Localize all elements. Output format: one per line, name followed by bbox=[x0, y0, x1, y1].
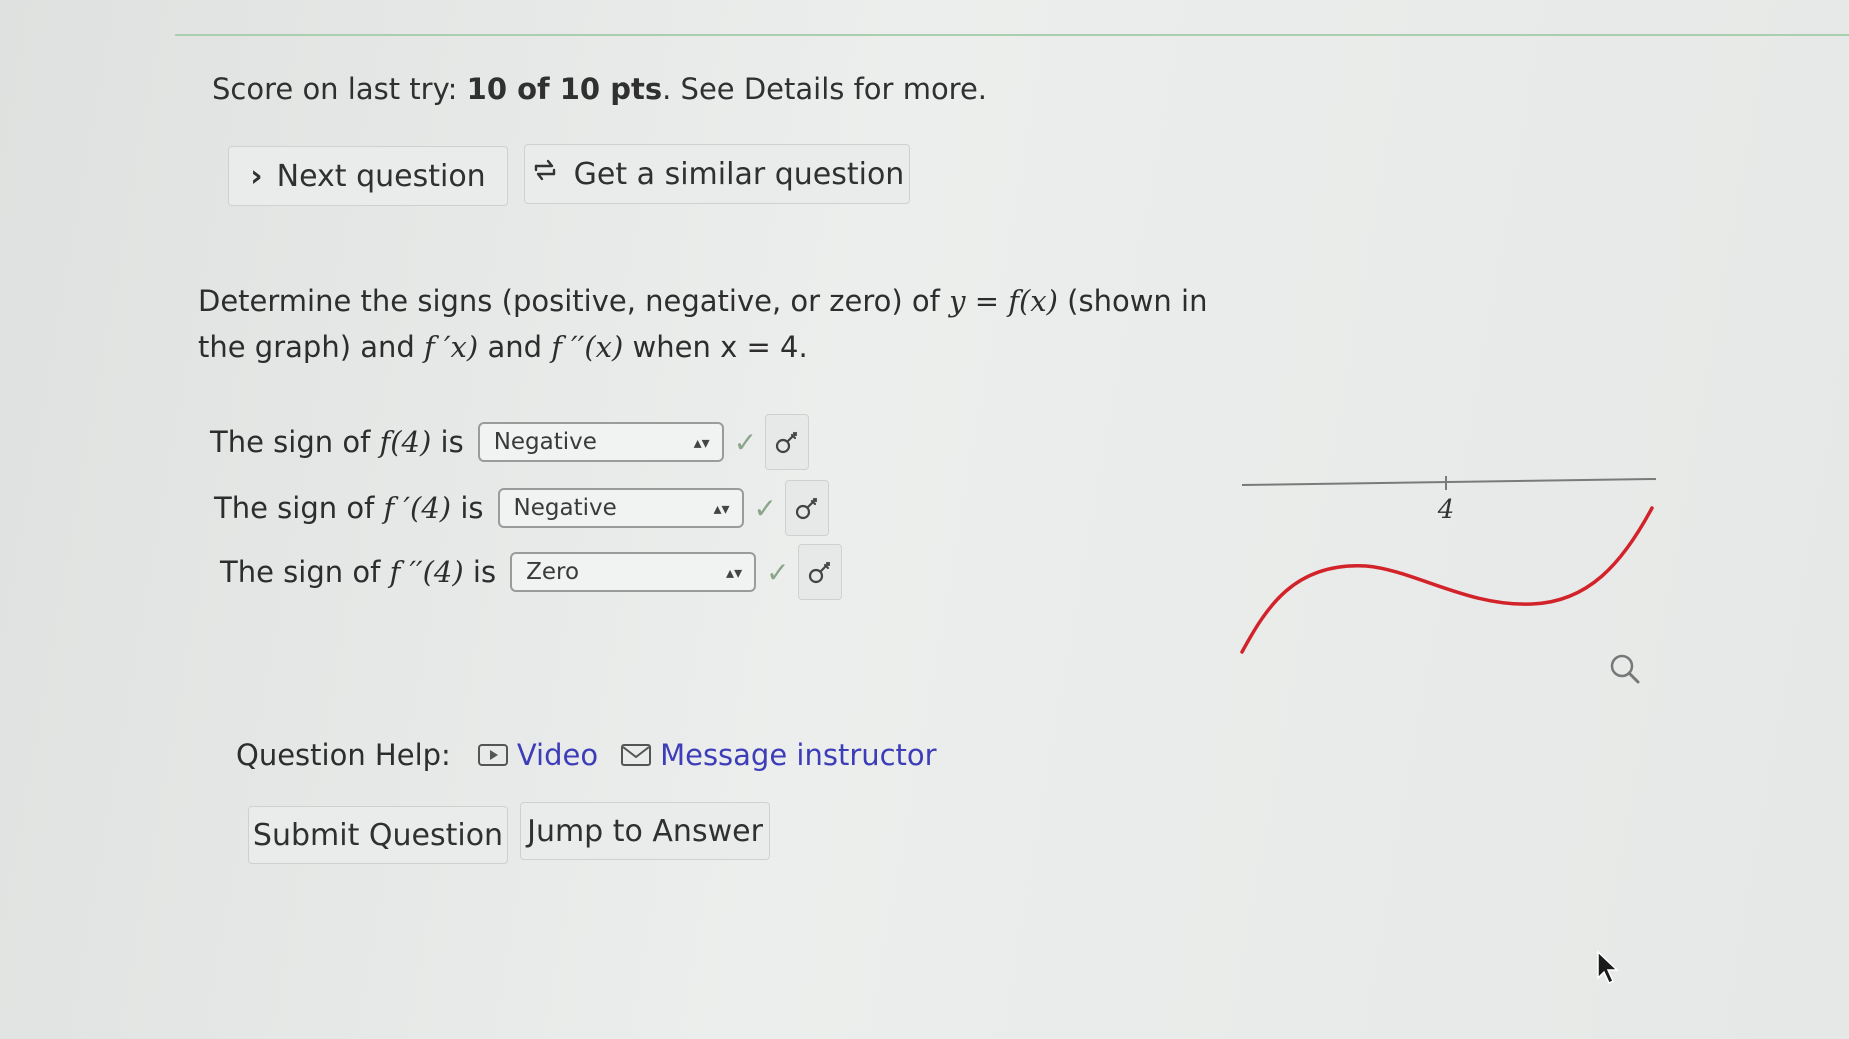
select-arrows-icon: ▴▾ bbox=[693, 432, 710, 452]
answer-row-f-prime: The sign of f ′(4) is Negative ▴▾ ✓ bbox=[214, 480, 829, 536]
sign-select-f-prime[interactable]: Negative ▴▾ bbox=[497, 488, 744, 528]
x-axis bbox=[1241, 478, 1657, 486]
score-points: 10 of 10 pts bbox=[466, 72, 663, 106]
question-help: Question Help: Video Message instructor bbox=[236, 738, 959, 772]
next-question-button[interactable]: › Next question bbox=[228, 146, 508, 206]
question-prompt: Determine the signs (positive, negative,… bbox=[198, 284, 1208, 364]
answer-row-f-double-prime: The sign of f ′′(4) is Zero ▴▾ ✓ bbox=[220, 544, 842, 600]
answer-label: The sign of f(4) is bbox=[210, 425, 464, 459]
score-summary: Score on last try: 10 of 10 pts. See Det… bbox=[212, 72, 988, 106]
answer-label: The sign of f ′′(4) is bbox=[220, 555, 497, 589]
prompt-math-second-derivative: f ′′(x) bbox=[551, 330, 624, 364]
select-value: Zero bbox=[526, 559, 580, 585]
checkmark-icon: ✓ bbox=[766, 555, 790, 589]
jump-to-answer-label: Jump to Answer bbox=[527, 813, 763, 849]
prompt-math-first-derivative: f ′x) bbox=[424, 330, 479, 364]
checkmark-icon: ✓ bbox=[753, 491, 777, 525]
question-help-label: Question Help: bbox=[236, 738, 451, 772]
x-axis-tick-label: 4 bbox=[1437, 495, 1455, 525]
key-icon[interactable] bbox=[784, 480, 829, 536]
similar-question-button[interactable]: Get a similar question bbox=[524, 144, 910, 204]
next-question-label: Next question bbox=[276, 158, 486, 194]
mail-icon bbox=[621, 744, 652, 766]
answer-label: The sign of f ′(4) is bbox=[214, 491, 484, 525]
function-graph: 4 bbox=[1240, 476, 1657, 654]
select-value: Negative bbox=[513, 495, 617, 521]
submit-question-label: Submit Question bbox=[252, 817, 504, 853]
key-icon[interactable] bbox=[765, 414, 810, 470]
submit-question-button[interactable]: Submit Question bbox=[248, 806, 508, 864]
checkmark-icon: ✓ bbox=[733, 425, 758, 459]
sign-select-f[interactable]: Negative ▴▾ bbox=[477, 422, 724, 462]
chevron-right-icon: › bbox=[250, 158, 263, 194]
select-arrows-icon: ▴▾ bbox=[726, 562, 743, 582]
magnifier-icon[interactable] bbox=[1608, 652, 1642, 690]
similar-question-label: Get a similar question bbox=[573, 156, 905, 192]
select-value: Negative bbox=[493, 429, 597, 455]
message-instructor-link[interactable]: Message instructor bbox=[620, 738, 937, 772]
top-divider bbox=[175, 34, 1849, 36]
jump-to-answer-button[interactable]: Jump to Answer bbox=[520, 802, 770, 860]
sign-select-f-double-prime[interactable]: Zero ▴▾ bbox=[510, 552, 757, 592]
mouse-cursor-icon bbox=[1596, 950, 1620, 990]
video-link[interactable]: Video bbox=[477, 738, 598, 772]
refresh-icon bbox=[530, 155, 560, 193]
key-icon[interactable] bbox=[797, 544, 842, 600]
video-icon bbox=[477, 744, 508, 766]
function-curve bbox=[1240, 506, 1654, 654]
prompt-math-function: y = f(x) bbox=[949, 284, 1058, 318]
answer-row-f: The sign of f(4) is Negative ▴▾ ✓ bbox=[210, 414, 810, 470]
select-arrows-icon: ▴▾ bbox=[713, 498, 730, 518]
